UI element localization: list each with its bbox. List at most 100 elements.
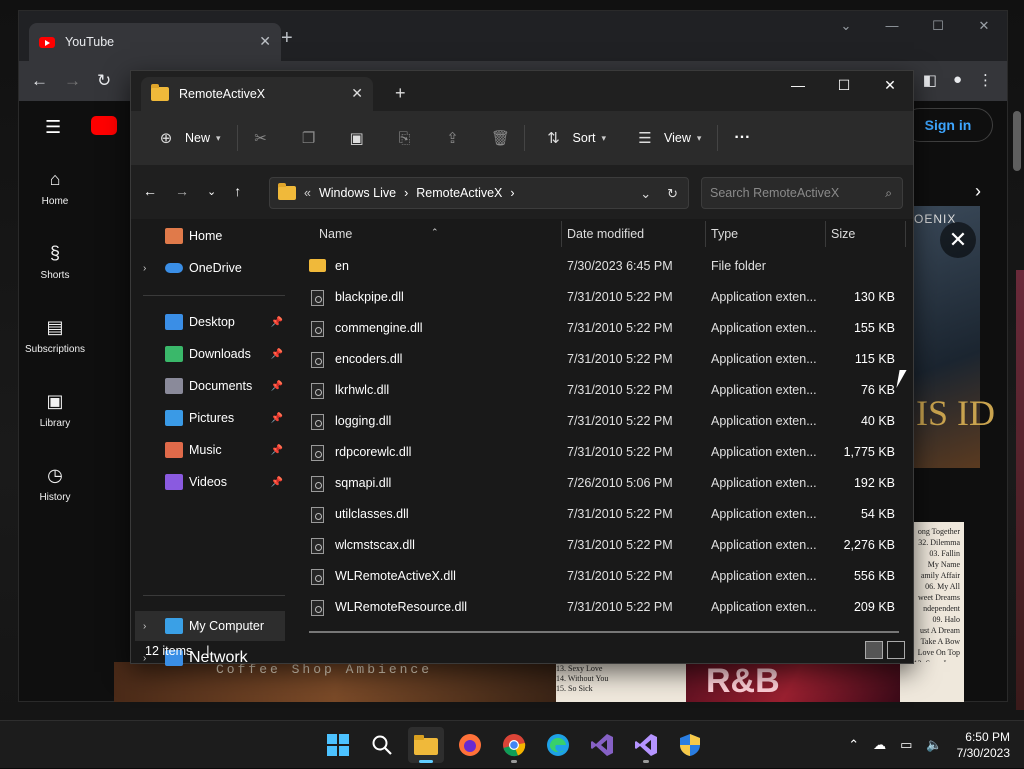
youtube-logo[interactable] (91, 116, 117, 135)
view-button[interactable]: ☰ View ▾ (626, 121, 707, 155)
pin-icon[interactable]: 📌 (271, 349, 283, 360)
nav-item-downloads[interactable]: Downloads 📌 (131, 339, 287, 369)
sort-button[interactable]: ⇅ Sort ▾ (535, 121, 612, 155)
search-icon[interactable] (364, 727, 400, 763)
show-hidden-icons-icon[interactable]: ⌃ (848, 737, 859, 753)
pin-icon[interactable]: 📌 (271, 477, 283, 488)
forward-icon[interactable]: → (64, 71, 81, 91)
close-icon[interactable]: ✕ (961, 11, 1007, 43)
tracklist-thumbnail-bottom[interactable] (900, 662, 960, 702)
pin-icon[interactable]: 📌 (271, 317, 283, 328)
new-tab-button[interactable]: + (281, 27, 293, 50)
browser-scrollbar[interactable] (1013, 111, 1021, 171)
nav-item-documents[interactable]: Documents 📌 (131, 371, 287, 401)
sidebar-item-subscriptions[interactable]: ▤ Subscriptions (19, 299, 91, 373)
column-type[interactable]: Type (711, 227, 738, 241)
close-tab-icon[interactable]: ✕ (351, 85, 363, 102)
column-divider[interactable] (905, 221, 906, 247)
breadcrumb-remoteactivex[interactable]: RemoteActiveX (416, 186, 502, 200)
file-row[interactable]: en 7/30/2023 6:45 PM File folder (289, 250, 909, 281)
column-divider[interactable] (561, 221, 562, 247)
browser-menu-icon[interactable]: ⋮ (978, 71, 993, 89)
visual-studio-icon[interactable] (584, 727, 620, 763)
hamburger-menu-icon[interactable]: ☰ (45, 117, 61, 138)
new-button[interactable]: ⊕ New ▾ (147, 121, 227, 155)
tiles-view-icon[interactable] (887, 641, 905, 659)
delete-icon[interactable]: 🗑 (488, 129, 514, 147)
column-date-modified[interactable]: Date modified (567, 227, 644, 241)
breadcrumb-separator[interactable]: › (510, 186, 514, 200)
reload-icon[interactable]: ↻ (97, 71, 111, 91)
back-icon[interactable]: ← (31, 71, 48, 91)
paste-icon[interactable]: ▣ (344, 129, 370, 147)
nav-item-home[interactable]: Home (131, 221, 287, 251)
display-icon[interactable]: ▭ (900, 737, 912, 753)
copy-icon[interactable]: ❐ (296, 129, 322, 147)
sign-in-button[interactable]: Sign in (903, 108, 993, 142)
minimize-icon[interactable]: — (869, 11, 915, 43)
sidebar-item-shorts[interactable]: § Shorts (19, 225, 91, 299)
cloud-sync-icon[interactable]: ☁ (873, 737, 886, 753)
file-row[interactable]: sqmapi.dll 7/26/2010 5:06 PM Application e… (289, 467, 909, 498)
address-dropdown-icon[interactable]: ⌄ (640, 186, 651, 202)
nav-item-videos[interactable]: Videos 📌 (131, 467, 287, 497)
details-view-icon[interactable] (865, 641, 883, 659)
bottom-tracklist[interactable]: 13. Sexy Love 14. Without You 15. So Sick (556, 662, 686, 702)
chevron-right-icon[interactable]: › (143, 621, 146, 632)
file-row[interactable]: encoders.dll 7/31/2010 5:22 PM Application… (289, 343, 909, 374)
file-row[interactable]: logging.dll 7/31/2010 5:22 PM Application … (289, 405, 909, 436)
pin-icon[interactable]: 📌 (271, 381, 283, 392)
chevron-right-icon[interactable]: › (143, 263, 146, 274)
explorer-tab[interactable]: RemoteActiveX ✕ (141, 77, 373, 111)
recent-locations-icon[interactable]: ⌄ (207, 183, 216, 199)
file-explorer-icon[interactable] (408, 727, 444, 763)
more-options-button[interactable]: ··· (728, 121, 756, 155)
file-row[interactable]: wlcmstscax.dll 7/31/2010 5:22 PM Applicati… (289, 529, 909, 560)
minimize-icon[interactable]: — (775, 71, 821, 101)
share-icon[interactable]: ⇪ (440, 129, 466, 147)
file-row[interactable]: commengine.dll 7/31/2010 5:22 PM Applicati… (289, 312, 909, 343)
new-tab-button[interactable]: + (395, 83, 406, 104)
refresh-icon[interactable]: ↻ (667, 186, 678, 202)
address-bar[interactable]: « Windows Live › RemoteActiveX › ⌄ ↻ (269, 177, 689, 209)
file-row[interactable]: blackpipe.dll 7/31/2010 5:22 PM Applicatio… (289, 281, 909, 312)
column-name[interactable]: Name (319, 227, 352, 241)
nav-item-onedrive[interactable]: › OneDrive (131, 253, 287, 283)
breadcrumb-separator[interactable]: › (404, 186, 408, 200)
horizontal-scrollbar[interactable] (309, 631, 899, 633)
nav-item-pictures[interactable]: Pictures 📌 (131, 403, 287, 433)
profile-icon[interactable]: ● (953, 71, 962, 89)
nav-item-music[interactable]: Music 📌 (131, 435, 287, 465)
forward-icon[interactable]: → (175, 183, 189, 199)
rnb-thumbnail[interactable]: R&B (686, 662, 900, 702)
breadcrumb-windows-live[interactable]: Windows Live (319, 186, 396, 200)
breadcrumb-overflow[interactable]: « (304, 186, 311, 200)
close-preview-icon[interactable]: ✕ (940, 222, 976, 258)
cut-icon[interactable]: ✂ (248, 129, 274, 147)
edge-icon[interactable] (540, 727, 576, 763)
chrome-icon[interactable] (496, 727, 532, 763)
up-icon[interactable]: ↑ (234, 183, 241, 199)
maximize-icon[interactable]: ☐ (821, 71, 867, 101)
firefox-icon[interactable] (452, 727, 488, 763)
pin-icon[interactable]: 📌 (271, 445, 283, 456)
maximize-icon[interactable]: ☐ (915, 11, 961, 43)
browser-tab-youtube[interactable]: YouTube ✕ (29, 23, 281, 61)
search-input[interactable]: Search RemoteActiveX ⌕ (701, 177, 903, 209)
tab-search-icon[interactable]: ⌄ (823, 11, 869, 43)
back-icon[interactable]: ← (143, 183, 157, 199)
nav-item-desktop[interactable]: Desktop 📌 (131, 307, 287, 337)
file-row[interactable]: rdpcorewlc.dll 7/31/2010 5:22 PM Applicati… (289, 436, 909, 467)
sidebar-item-library[interactable]: ▣ Library (19, 373, 91, 447)
column-divider[interactable] (705, 221, 706, 247)
volume-icon[interactable]: 🔈 (926, 737, 942, 753)
pin-icon[interactable]: 📌 (271, 413, 283, 424)
file-row[interactable]: WLRemoteResource.dll 7/31/2010 5:22 PM App… (289, 591, 909, 622)
sidebar-toggle-icon[interactable]: ◧ (923, 71, 937, 89)
file-row[interactable]: WLRemoteActiveX.dll 7/31/2010 5:22 PM Appl… (289, 560, 909, 591)
security-icon[interactable] (672, 727, 708, 763)
visual-studio-preview-icon[interactable] (628, 727, 664, 763)
rename-icon[interactable]: ⎘ (392, 130, 418, 147)
file-row[interactable]: utilclasses.dll 7/31/2010 5:22 PM Applicat… (289, 498, 909, 529)
clock[interactable]: 6:50 PM 7/30/2023 (957, 729, 1010, 761)
